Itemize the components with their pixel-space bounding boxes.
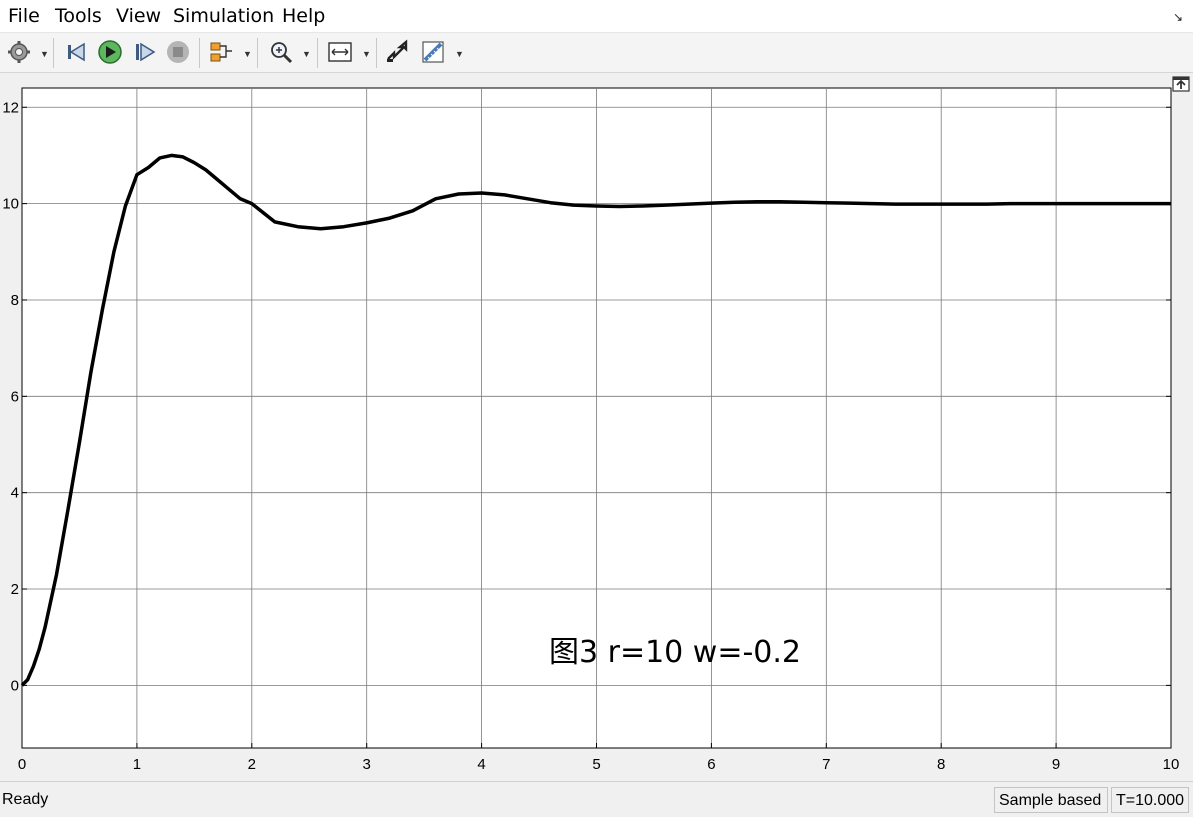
plot-annotation: 图3 r=10 w=-0.2	[549, 635, 801, 670]
measure-icon[interactable]	[420, 39, 446, 65]
y-tick-label: 4	[11, 485, 19, 502]
step-forward-icon[interactable]	[132, 39, 158, 65]
y-tick-label: 6	[11, 388, 19, 405]
fit-axes-icon[interactable]	[327, 39, 353, 65]
simulation-time-indicator: T=10.000	[1111, 787, 1189, 813]
fit-dropdown-icon[interactable]: ▼	[362, 49, 371, 59]
x-tick-label: 8	[937, 756, 945, 773]
x-tick-label: 2	[248, 756, 256, 773]
x-tick-label: 5	[592, 756, 600, 773]
toolbar-separator	[199, 38, 200, 68]
menu-tools[interactable]: Tools	[55, 5, 102, 27]
x-tick-label: 6	[707, 756, 715, 773]
toolbar-separator	[257, 38, 258, 68]
signal-dropdown-icon[interactable]: ▼	[243, 49, 252, 59]
run-icon[interactable]	[96, 39, 124, 65]
y-tick-label: 8	[11, 292, 19, 309]
zoom-dropdown-icon[interactable]: ▼	[302, 49, 311, 59]
sample-mode-indicator: Sample based	[994, 787, 1108, 813]
legend-toggle-icon[interactable]	[1172, 76, 1190, 97]
y-tick-label: 0	[11, 677, 19, 694]
menu-bar: File Tools View Simulation Help ↘	[0, 0, 1193, 33]
scope-chart[interactable]: 0 1 2 3 4 5 6 7 8 9 10024681012 图3 r=10 w=-0.2	[0, 73, 1193, 780]
menu-file[interactable]: File	[8, 5, 40, 27]
menu-help[interactable]: Help	[282, 5, 325, 27]
toolbar-separator	[317, 38, 318, 68]
x-tick-label: 4	[477, 756, 485, 773]
toolbar: ▼ ▼ ▼ ▼ ▼	[0, 33, 1193, 73]
x-tick-label: 0	[18, 756, 26, 773]
gear-icon[interactable]	[6, 39, 32, 65]
step-back-icon[interactable]	[64, 39, 90, 65]
y-tick-label: 12	[2, 99, 19, 116]
x-tick-label: 10	[1163, 756, 1180, 773]
x-tick-label: 9	[1052, 756, 1060, 773]
highlight-icon[interactable]	[384, 39, 410, 65]
undock-icon[interactable]: ↘	[1173, 10, 1183, 24]
y-tick-label: 10	[2, 196, 19, 213]
y-tick-label: 2	[11, 581, 19, 598]
measure-dropdown-icon[interactable]: ▼	[455, 49, 464, 59]
signal-selector-icon[interactable]	[208, 39, 234, 65]
toolbar-separator	[376, 38, 377, 68]
gear-dropdown-icon[interactable]: ▼	[40, 49, 49, 59]
menu-simulation[interactable]: Simulation	[173, 5, 274, 27]
x-tick-label: 7	[822, 756, 830, 773]
x-tick-label: 3	[363, 756, 371, 773]
status-bar: Ready Sample based T=10.000	[0, 781, 1193, 817]
zoom-icon[interactable]	[268, 39, 294, 65]
toolbar-separator	[53, 38, 54, 68]
menu-view[interactable]: View	[116, 5, 161, 27]
x-tick-label: 1	[133, 756, 141, 773]
status-text: Ready	[2, 791, 49, 808]
scope-plot-area: 0 1 2 3 4 5 6 7 8 9 10 0 2 4 6 8 10 12 图3 r=10 w=-0.2	[0, 73, 1193, 780]
stop-icon[interactable]	[165, 39, 191, 65]
